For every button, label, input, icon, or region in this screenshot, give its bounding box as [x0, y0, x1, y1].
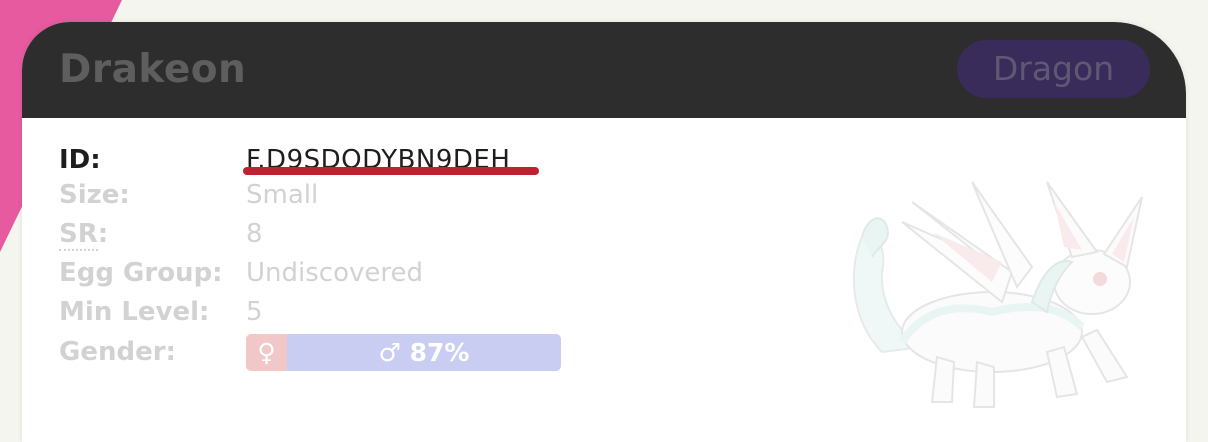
gender-male-segment: ♂ 87% — [287, 334, 561, 371]
card-header: Drakeon Dragon — [22, 22, 1186, 118]
gender-female-segment: ♀ 13% — [246, 334, 287, 371]
sr-colon: : — [97, 219, 109, 249]
egg-group-label: Egg Group: — [59, 258, 223, 288]
min-level-label: Min Level: — [59, 297, 210, 327]
creature-name: Drakeon — [59, 47, 247, 92]
min-level-value: 5 — [246, 297, 263, 327]
type-badge[interactable]: Dragon — [957, 40, 1150, 98]
egg-group-value: Undiscovered — [246, 258, 423, 288]
gender-label: Gender: — [59, 337, 176, 367]
creature-sprite-image — [852, 181, 1143, 408]
sr-label[interactable]: SR: — [59, 216, 108, 252]
gender-male-text: ♂ 87% — [378, 338, 470, 367]
id-label: ID: — [59, 145, 101, 175]
size-label: Size: — [59, 180, 130, 210]
creature-card: Drakeon Dragon ID: F.D9SDQDYBN9DEH Size:… — [22, 22, 1186, 442]
sr-value: 8 — [246, 219, 263, 249]
size-value: Small — [246, 180, 319, 210]
id-highlight-underline — [243, 167, 539, 175]
gender-ratio-bar: ♀ 13% ♂ 87% — [246, 334, 561, 371]
sr-abbreviation[interactable]: SR — [59, 219, 98, 251]
